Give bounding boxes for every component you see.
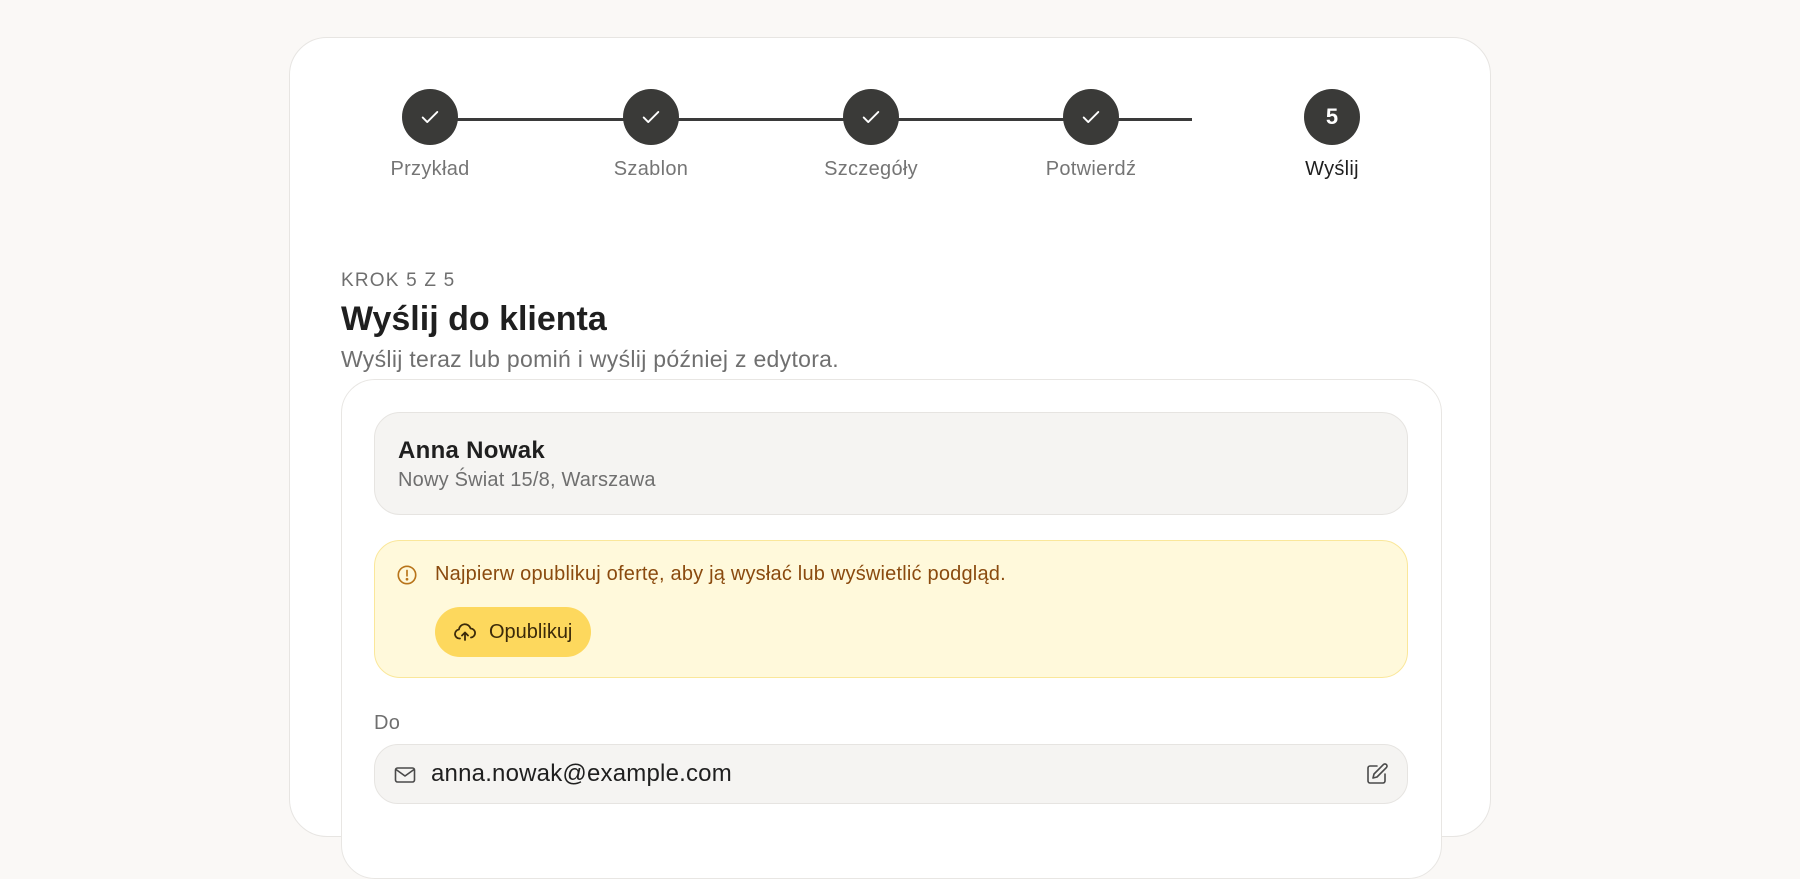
step-label: Szablon	[613, 158, 689, 180]
step-circle-done	[623, 89, 679, 145]
recipient-label: Do	[374, 712, 401, 734]
step-label: Potwierdź	[1045, 158, 1137, 180]
step-circle-done	[402, 89, 458, 145]
step-label-active: Wyślij	[1305, 158, 1359, 180]
step-counter: KROK 5 Z 5	[341, 270, 456, 291]
recipient-email-value: anna.nowak@example.com	[431, 760, 732, 787]
publish-button-label: Opublikuj	[489, 620, 573, 643]
page-title: Wyślij do klienta	[341, 300, 607, 338]
step-wyslij[interactable]: 5 Wyślij	[1252, 89, 1412, 181]
cloud-upload-icon	[454, 623, 476, 641]
step-label: Szczegóły	[824, 158, 918, 180]
step-circle-done	[843, 89, 899, 145]
publish-button[interactable]: Opublikuj	[435, 607, 592, 657]
check-icon	[862, 111, 880, 123]
page-subtitle: Wyślij teraz lub pomiń i wyślij później …	[341, 346, 839, 372]
step-circle-done	[1063, 89, 1119, 145]
client-address: Nowy Świat 15/8, Warszawa	[398, 469, 656, 491]
client-card: Anna Nowak Nowy Świat 15/8, Warszawa	[374, 412, 1408, 515]
mail-icon	[394, 767, 416, 783]
check-icon	[642, 111, 660, 123]
client-name: Anna Nowak	[398, 437, 546, 464]
step-potwierdz[interactable]: Potwierdź	[1011, 89, 1171, 181]
recipient-email-field[interactable]: anna.nowak@example.com	[374, 744, 1408, 804]
stepper: Przykład Szablon Szczegóły Potwierdź 5 W…	[290, 38, 1490, 238]
edit-pencil-icon[interactable]	[1365, 762, 1389, 786]
alert-message: Najpierw opublikuj ofertę, aby ją wysłać…	[435, 563, 1006, 585]
step-przyklad[interactable]: Przykład	[350, 89, 510, 181]
send-panel: Anna Nowak Nowy Świat 15/8, Warszawa Naj…	[341, 379, 1442, 879]
step-szczegoly[interactable]: Szczegóły	[791, 89, 951, 181]
publish-warning-alert: Najpierw opublikuj ofertę, aby ją wysłać…	[374, 540, 1408, 678]
check-icon	[421, 111, 439, 123]
step-szablon[interactable]: Szablon	[571, 89, 731, 181]
warning-circle-icon	[397, 565, 417, 585]
step-label: Przykład	[390, 158, 470, 180]
check-icon	[1082, 111, 1100, 123]
wizard-card: Przykład Szablon Szczegóły Potwierdź 5 W…	[289, 37, 1491, 879]
step-circle-current: 5	[1304, 89, 1360, 145]
